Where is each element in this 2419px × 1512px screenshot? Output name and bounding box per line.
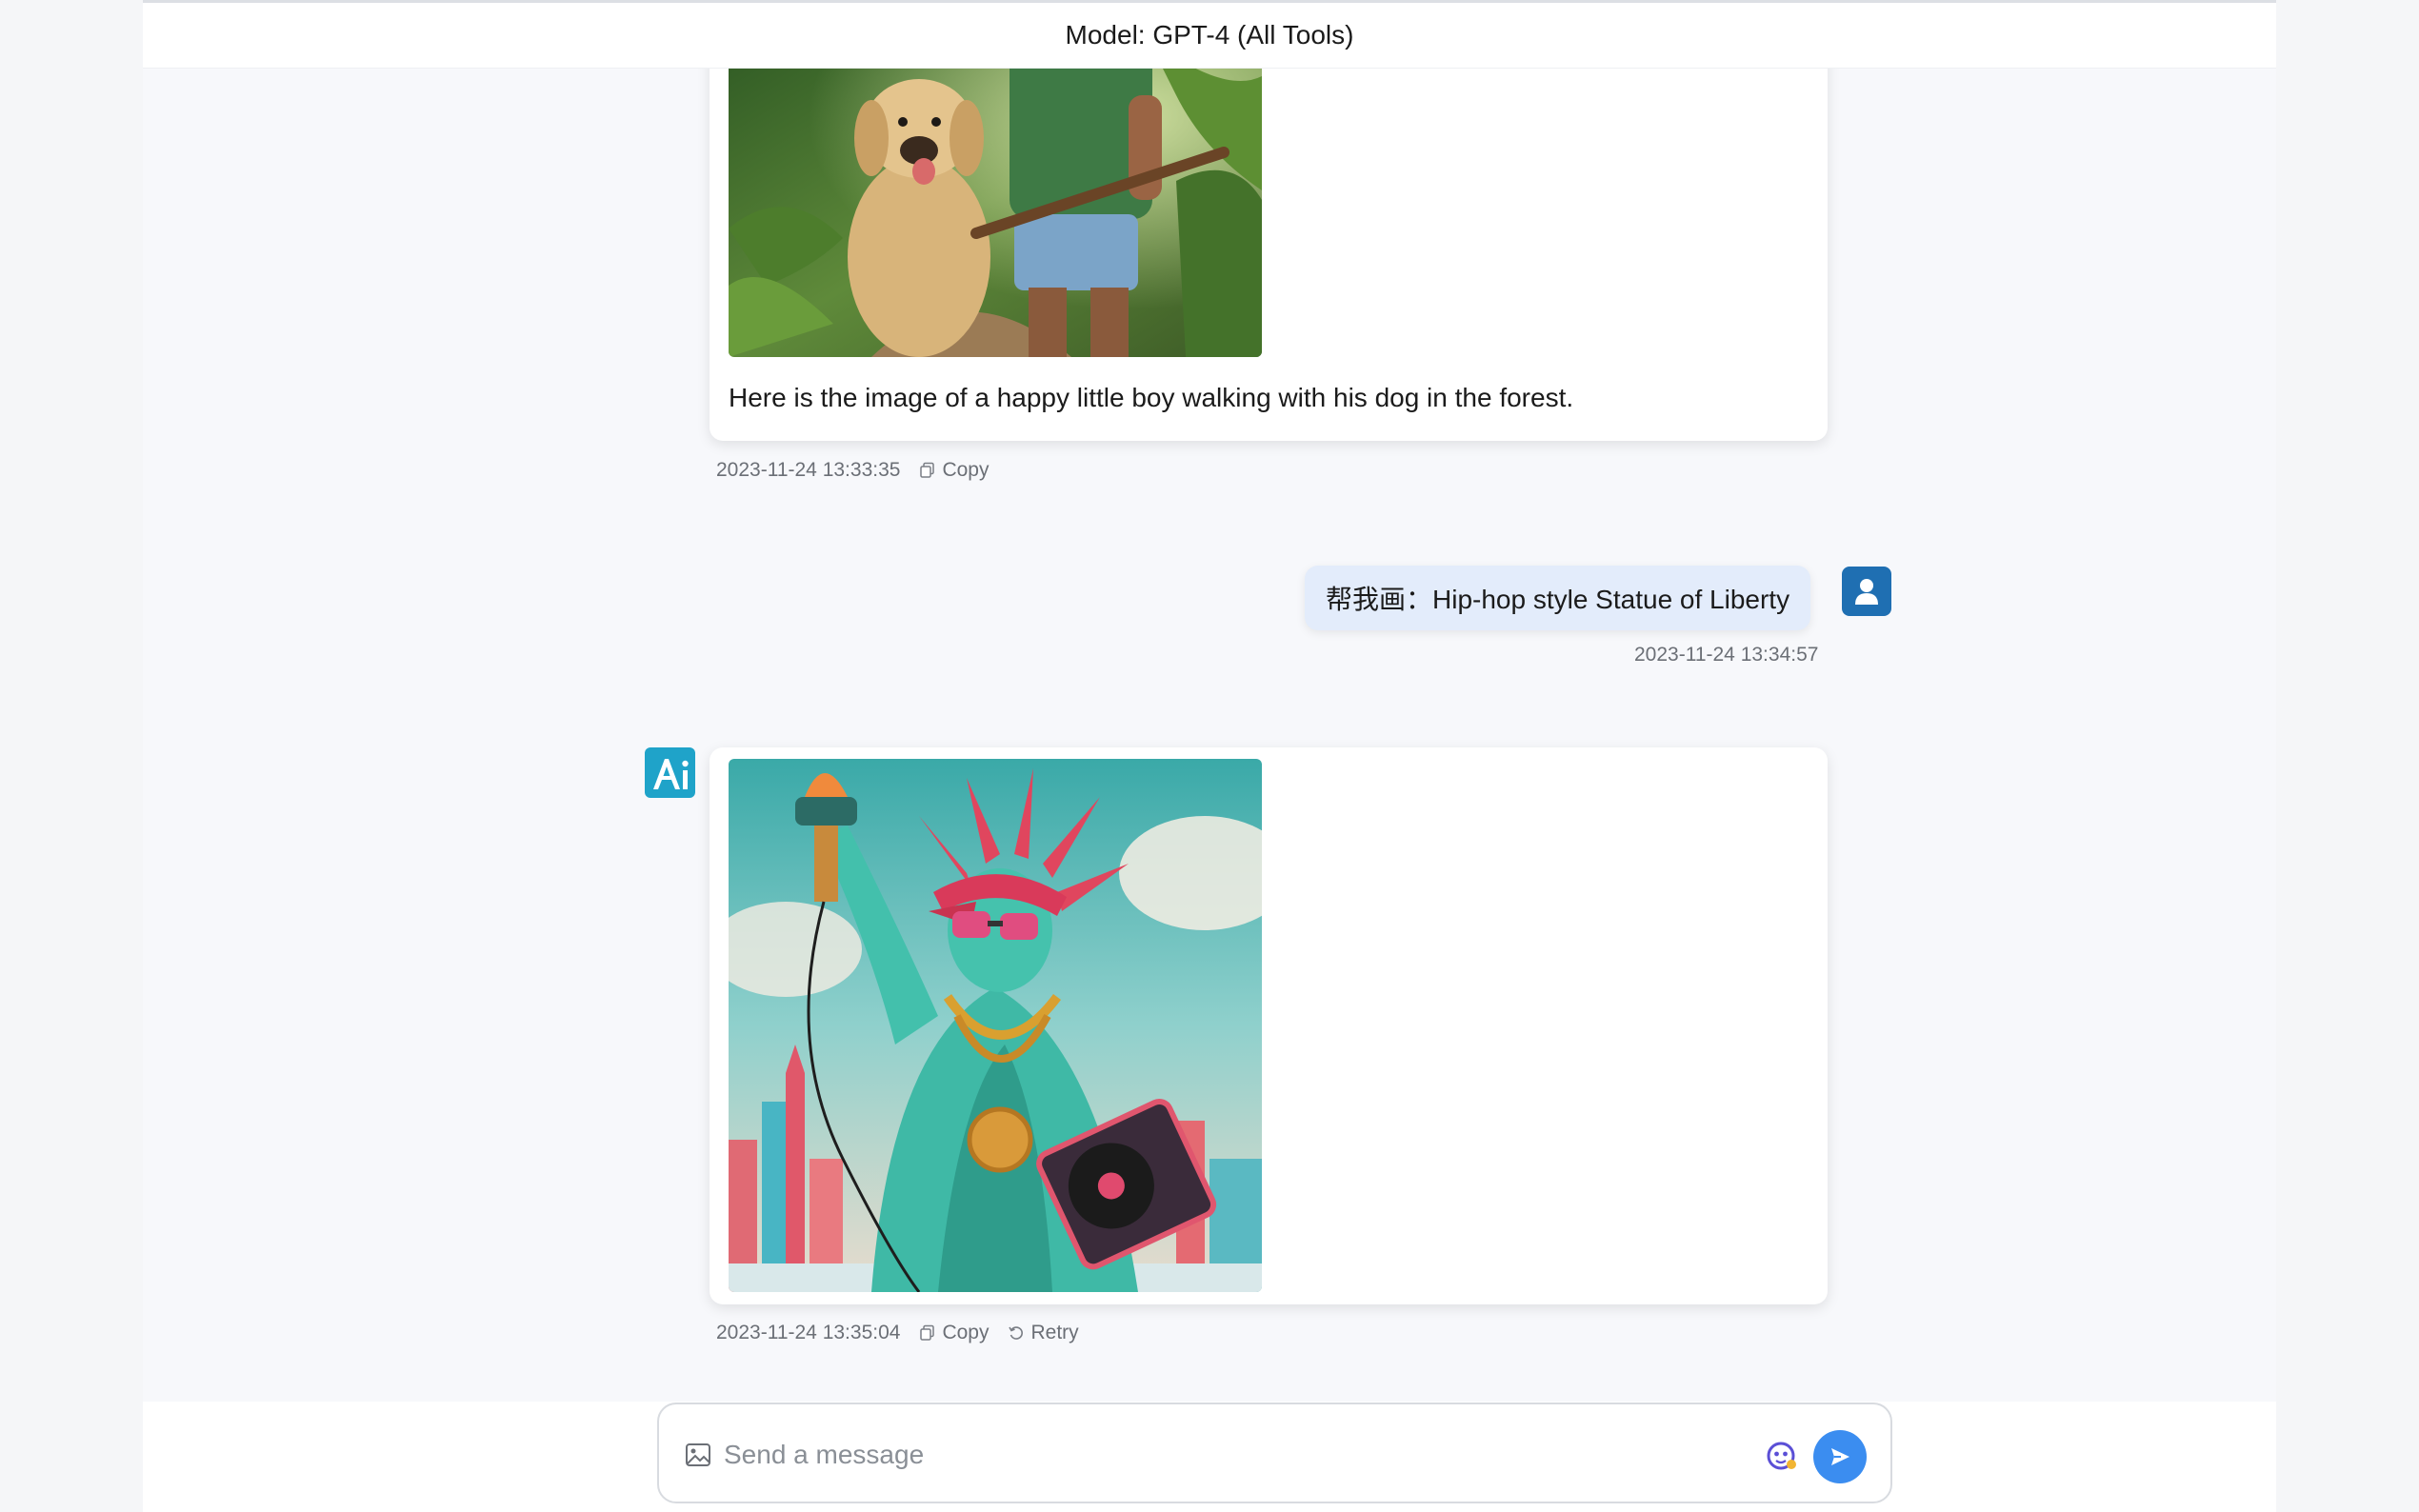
message-timestamp: 2023-11-24 13:33:35 [716,459,901,481]
copy-label: Copy [942,1322,990,1343]
chat-page: Model: GPT-4 (All Tools) Here is the ima… [0,0,2419,1512]
copy-button[interactable]: Copy [919,1322,989,1344]
message-timestamp: 2023-11-24 13:35:04 [716,1322,901,1343]
user-message-bubble: 帮我画：Hip-hop style Statue of Liberty [1305,566,1811,630]
boy-dog-image-art [729,38,1262,357]
message-meta: 2023-11-24 13:33:35 Copy [716,459,989,482]
copy-icon [920,462,935,478]
copy-button[interactable]: Copy [919,459,989,482]
generated-image-boy-dog[interactable] [729,38,1262,357]
emoji-icon[interactable] [1766,1440,1798,1472]
composer [657,1403,1892,1503]
ai-logo-icon [652,758,689,789]
send-icon [1831,1448,1849,1465]
copy-label: Copy [942,459,990,481]
user-icon [1855,579,1878,605]
copy-icon [920,1324,935,1341]
assistant-avatar [645,747,695,798]
user-message-text: 帮我画：Hip-hop style Statue of Liberty [1326,585,1790,614]
send-button[interactable] [1813,1430,1867,1483]
statue-image-art [729,759,1262,1292]
image-upload-icon[interactable] [684,1441,712,1469]
message-meta: 2023-11-24 13:35:04 Copy Retry [716,1322,1079,1344]
retry-label: Retry [1030,1322,1079,1343]
message-input[interactable] [724,1431,1676,1479]
generated-image-statue-of-liberty[interactable] [729,759,1262,1292]
retry-button[interactable]: Retry [1008,1322,1079,1344]
user-avatar [1842,567,1891,616]
user-message-timestamp: 2023-11-24 13:34:57 [1634,644,1819,666]
model-title: Model: GPT-4 (All Tools) [1065,20,1354,50]
assistant-message-text: Here is the image of a happy little boy … [729,383,1574,412]
retry-icon [1009,1326,1024,1340]
chat-header: Model: GPT-4 (All Tools) [143,0,2276,69]
